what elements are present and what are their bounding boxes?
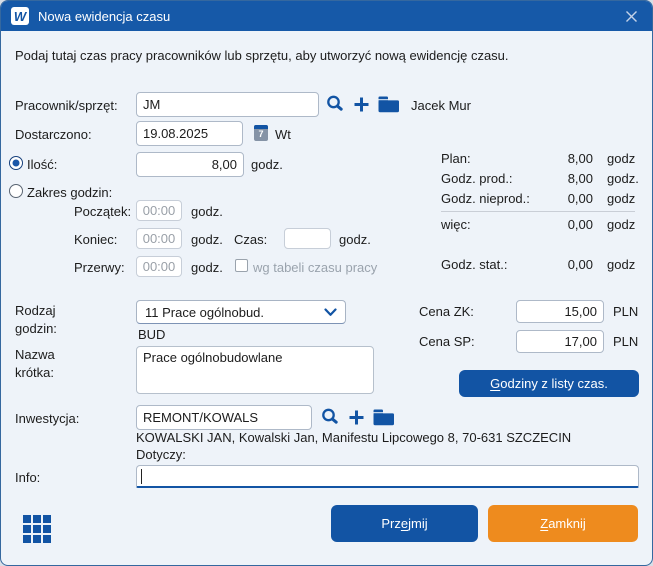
work-table-checkbox[interactable] — [235, 259, 248, 272]
delivered-date-input[interactable] — [136, 121, 243, 146]
zamknij-button[interactable]: Zamknij — [488, 505, 638, 542]
summary-wiec-value: 0,00 — [531, 217, 593, 232]
summary-nieprod-value: 0,00 — [531, 191, 593, 206]
short-name-label-line1: Nazwa — [15, 347, 55, 362]
worker-add-button[interactable] — [351, 94, 371, 114]
summary-prod-label: Godz. prod.: — [441, 171, 513, 186]
range-start-input[interactable] — [136, 200, 182, 221]
summary-nieprod-unit: godz — [607, 191, 635, 206]
range-end-unit: godz. — [191, 232, 223, 247]
worker-display-name: Jacek Mur — [411, 98, 471, 113]
range-end-label: Koniec: — [74, 232, 117, 247]
breaks-unit: godz. — [191, 260, 223, 275]
summary-wiec-unit: godz — [607, 217, 635, 232]
search-icon — [320, 407, 340, 427]
summary-divider — [441, 211, 635, 212]
search-icon — [325, 94, 345, 114]
summary-stat-unit: godz — [607, 257, 635, 272]
quantity-input[interactable] — [136, 152, 244, 177]
investment-label: Inwestycja: — [15, 411, 79, 426]
summary-prod-unit: godz. — [607, 171, 639, 186]
worker-label: Pracownik/sprzęt: — [15, 98, 118, 113]
investment-input[interactable] — [136, 405, 312, 430]
przejmij-button[interactable]: Przejmij — [331, 505, 478, 542]
investment-address: KOWALSKI JAN, Kowalski Jan, Manifestu Li… — [136, 430, 571, 445]
summary-plan-value: 8,00 — [531, 151, 593, 166]
breaks-label: Przerwy: — [74, 260, 125, 275]
summary-plan-unit: godz — [607, 151, 635, 166]
czas-input[interactable] — [284, 228, 331, 249]
investment-search-button[interactable] — [319, 406, 341, 428]
cena-sp-input[interactable] — [516, 330, 604, 353]
folder-icon — [378, 96, 400, 113]
calendar-icon[interactable]: 7 — [254, 125, 268, 141]
hour-type-selected: 11 Prace ogólnobud. — [145, 305, 324, 320]
short-name-textarea[interactable]: Prace ogólnobudowlane — [136, 346, 374, 394]
app-logo-icon: W — [11, 7, 29, 25]
investment-browse-button[interactable] — [372, 408, 396, 426]
czas-unit: godz. — [339, 232, 371, 247]
cena-sp-unit: PLN — [613, 334, 638, 349]
summary-plan-label: Plan: — [441, 151, 471, 166]
text-caret — [141, 469, 142, 484]
hours-from-list-button[interactable]: Godziny z listy czas. — [459, 370, 639, 397]
range-label: Zakres godzin: — [27, 185, 112, 200]
info-label: Info: — [15, 470, 40, 485]
cena-zk-input[interactable] — [516, 300, 604, 323]
short-name-label-line2: krótka: — [15, 365, 54, 380]
apps-grid-icon[interactable] — [23, 515, 51, 543]
hour-type-dropdown[interactable]: 11 Prace ogólnobud. — [136, 300, 346, 324]
hour-type-label-line1: Rodzaj — [15, 303, 55, 318]
summary-nieprod-label: Godz. nieprod.: — [441, 191, 530, 206]
quantity-label: Ilość: — [27, 157, 57, 172]
titlebar: W Nowa ewidencja czasu — [1, 1, 652, 31]
info-input[interactable] — [136, 465, 639, 488]
worker-browse-button[interactable] — [377, 95, 401, 113]
dialog-nowa-ewidencja-czasu: W Nowa ewidencja czasu Podaj tutaj czas … — [0, 0, 653, 566]
plus-icon — [353, 96, 370, 113]
cena-sp-label: Cena SP: — [419, 334, 475, 349]
range-start-label: Początek: — [74, 204, 131, 219]
quantity-radio[interactable] — [9, 156, 23, 170]
worker-input[interactable] — [136, 92, 319, 117]
hour-type-code: BUD — [138, 327, 165, 342]
investment-add-button[interactable] — [346, 407, 366, 427]
summary-wiec-label: więc: — [441, 217, 471, 232]
czas-label: Czas: — [234, 232, 267, 247]
summary-prod-value: 8,00 — [531, 171, 593, 186]
close-icon — [625, 10, 638, 23]
folder-icon — [373, 409, 395, 426]
intro-text: Podaj tutaj czas pracy pracowników lub s… — [15, 48, 509, 63]
cena-zk-label: Cena ZK: — [419, 304, 474, 319]
cena-zk-unit: PLN — [613, 304, 638, 319]
worker-search-button[interactable] — [324, 93, 346, 115]
window-title: Nowa ewidencja czasu — [38, 9, 170, 24]
plus-icon — [348, 409, 365, 426]
investment-dotyczy: Dotyczy: — [136, 447, 186, 462]
work-table-label: wg tabeli czasu pracy — [253, 260, 377, 275]
range-start-unit: godz. — [191, 204, 223, 219]
close-button[interactable] — [618, 5, 644, 27]
range-radio[interactable] — [9, 184, 23, 198]
delivered-label: Dostarczono: — [15, 127, 92, 142]
summary-stat-label: Godz. stat.: — [441, 257, 507, 272]
summary-stat-value: 0,00 — [531, 257, 593, 272]
weekday-label: Wt — [275, 127, 291, 142]
breaks-input[interactable] — [136, 256, 182, 277]
quantity-unit: godz. — [251, 157, 283, 172]
chevron-down-icon — [324, 308, 337, 317]
range-end-input[interactable] — [136, 228, 182, 249]
hour-type-label-line2: godzin: — [15, 321, 57, 336]
